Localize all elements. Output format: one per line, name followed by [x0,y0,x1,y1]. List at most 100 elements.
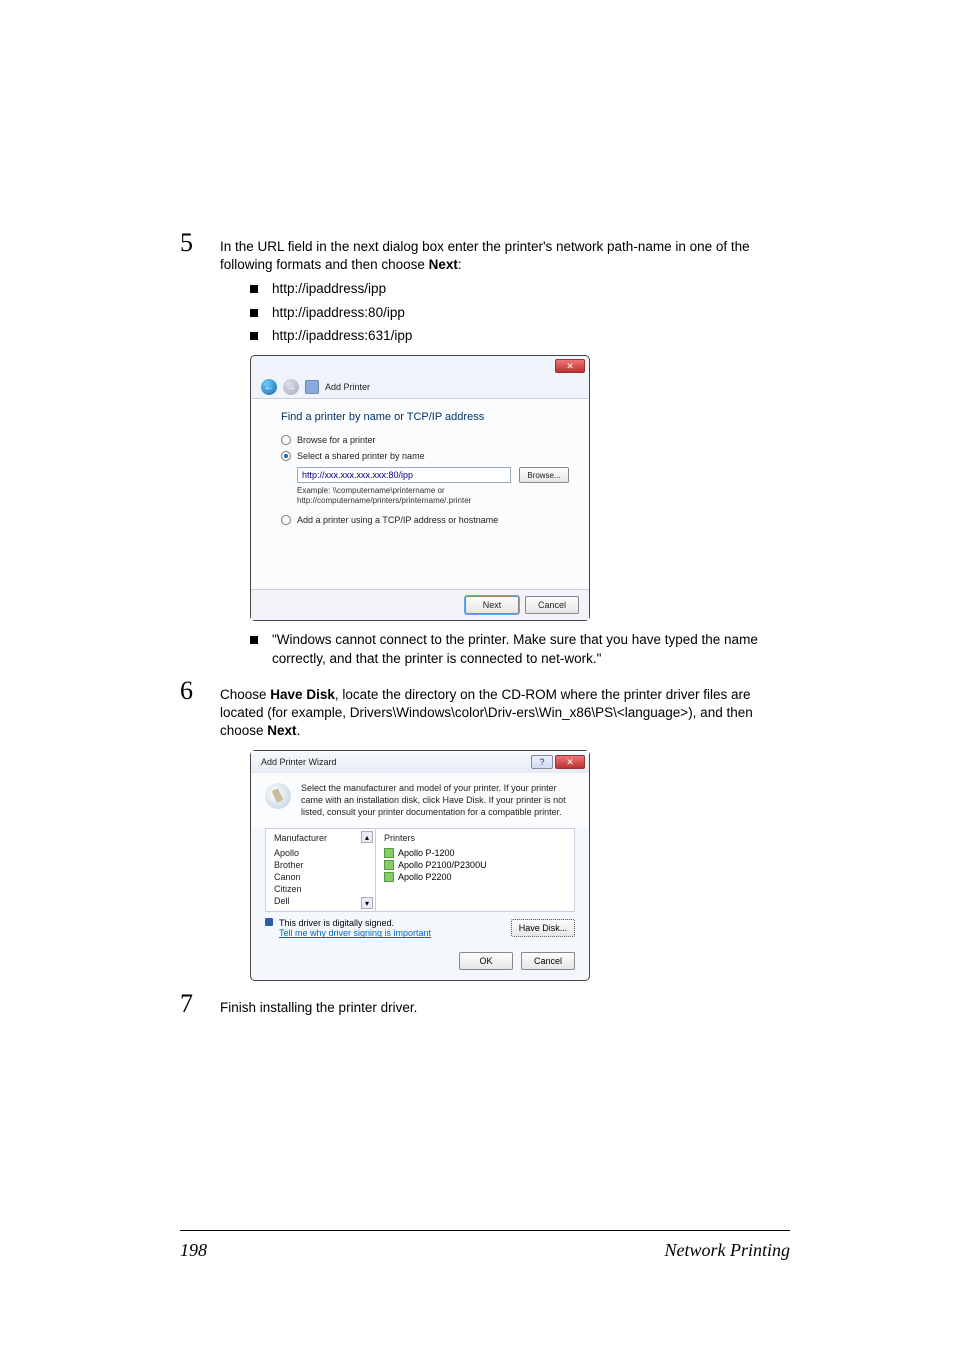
page-content: 5 In the URL field in the next dialog bo… [180,230,790,1028]
printer-model-icon [384,872,394,882]
close-button[interactable]: ✕ [555,755,585,769]
radio-icon [281,515,291,525]
add-printer-wizard-dialog: Add Printer Wizard ? ✕ Select the manufa… [250,750,790,981]
bullet-item: "Windows cannot connect to the printer. … [250,631,790,667]
mfr-item[interactable]: Citizen [274,883,367,895]
mfr-item[interactable]: Apollo [274,847,367,859]
footer-divider [180,1230,790,1231]
nav-back-button[interactable]: ← [261,379,277,395]
option-tcpip-printer[interactable]: Add a printer using a TCP/IP address or … [281,515,569,525]
example-line1: Example: \\computername\printername or [297,486,569,496]
browse-label: Browse... [527,471,560,480]
url-example: Example: \\computername\printername or h… [297,486,569,505]
printer-item-label: Apollo P2100/P2300U [398,860,487,870]
manufacturer-list[interactable]: ▴ Manufacturer Apollo Brother Canon Citi… [266,829,376,911]
option-browse-label: Browse for a printer [297,435,376,445]
step-6: 6 Choose Have Disk, locate the directory… [180,678,790,982]
printer-model-icon [384,848,394,858]
bullet-item: http://ipaddress/ipp [250,280,790,298]
help-button[interactable]: ? [531,755,553,769]
step-6-pre: Choose [220,687,270,702]
step-5-bullets: http://ipaddress/ipp http://ipaddress:80… [250,280,790,345]
bullet-text: http://ipaddress/ipp [272,280,386,298]
printer-item[interactable]: Apollo P-1200 [384,847,566,859]
step-6-post: . [297,723,301,738]
dialog2-titlebar: Add Printer Wizard ? ✕ [251,751,589,773]
example-line2: http://computername/printers/printername… [297,496,569,506]
scroll-up-button[interactable]: ▴ [361,831,373,843]
driver-signing-link[interactable]: Tell me why driver signing is important [279,928,431,938]
step-5-text-bold: Next [429,257,458,272]
dialog1-header-title: Add Printer [325,382,370,392]
radio-icon [281,435,291,445]
browse-button[interactable]: Browse... [519,467,569,483]
bullet-text: http://ipaddress:80/ipp [272,304,405,322]
printer-url-input[interactable] [297,467,511,483]
dialog1-heading: Find a printer by name or TCP/IP address [281,411,569,423]
manufacturer-header: Manufacturer [274,833,367,843]
next-label: Next [483,600,502,610]
mfr-item[interactable]: Dell [274,895,367,907]
cancel-label: Cancel [538,600,566,610]
dialog2-instructions: Select the manufacturer and model of you… [301,783,575,818]
step-7-text: Finish installing the printer driver. [220,991,417,1017]
add-printer-dialog: ✕ ← → Add Printer Find a printer by name… [250,355,790,621]
printer-item-label: Apollo P-1200 [398,848,455,858]
bullet-icon [250,285,258,293]
step-5: 5 In the URL field in the next dialog bo… [180,230,790,668]
option-shared-label: Select a shared printer by name [297,451,425,461]
shield-icon [265,918,273,926]
cancel-label: Cancel [534,956,562,966]
step-7: 7 Finish installing the printer driver. [180,991,790,1017]
have-disk-button[interactable]: Have Disk... [511,919,575,937]
printers-header: Printers [384,833,566,843]
scroll-down-button[interactable]: ▾ [361,897,373,909]
printer-item[interactable]: Apollo P2200 [384,871,566,883]
close-button[interactable]: ✕ [555,359,585,373]
bullet-item: http://ipaddress:631/ipp [250,327,790,345]
printer-item-label: Apollo P2200 [398,872,452,882]
dialog1-header: ← → Add Printer [251,376,589,399]
printer-icon [305,380,319,394]
driver-signed-row: This driver is digitally signed. Tell me… [251,912,589,944]
cancel-button[interactable]: Cancel [525,596,579,614]
step-5-text-post: : [458,257,462,272]
dialog2-title: Add Printer Wizard [261,757,337,767]
mfr-item[interactable]: Canon [274,871,367,883]
ok-label: OK [479,956,492,966]
bullet-item: http://ipaddress:80/ipp [250,304,790,322]
step-5-number: 5 [180,230,220,256]
have-disk-label: Have Disk... [519,923,568,933]
dialog1-footer: Next Cancel [251,589,589,620]
manufacturer-printer-lists: ▴ Manufacturer Apollo Brother Canon Citi… [265,828,575,912]
dialog1-titlebar: ✕ [251,356,589,376]
option-shared-printer[interactable]: Select a shared printer by name [281,451,569,461]
option-browse-printer[interactable]: Browse for a printer [281,435,569,445]
step-5-note-block: "Windows cannot connect to the printer. … [250,631,790,667]
radio-icon [281,451,291,461]
step-6-bold1: Have Disk [270,687,335,702]
printer-item[interactable]: Apollo P2100/P2300U [384,859,566,871]
dialog2-top: Select the manufacturer and model of you… [251,773,589,828]
step-6-number: 6 [180,678,220,704]
dialog1-body: Find a printer by name or TCP/IP address… [251,399,589,589]
option-tcpip-label: Add a printer using a TCP/IP address or … [297,515,498,525]
step-6-bold2: Next [267,723,296,738]
wizard-icon [265,783,291,809]
ok-button[interactable]: OK [459,952,513,970]
dialog2-footer: OK Cancel [251,944,589,980]
nav-forward-button[interactable]: → [283,379,299,395]
page-footer: 198 Network Printing [180,1240,790,1261]
page-number: 198 [180,1240,207,1261]
footer-title: Network Printing [665,1240,791,1261]
cancel-button[interactable]: Cancel [521,952,575,970]
step-7-number: 7 [180,991,220,1017]
step-5-body: In the URL field in the next dialog box … [220,230,790,274]
bullet-icon [250,309,258,317]
step-5-note: "Windows cannot connect to the printer. … [272,631,790,667]
mfr-item[interactable]: Brother [274,859,367,871]
step-6-body: Choose Have Disk, locate the directory o… [220,678,790,741]
driver-signed-text: This driver is digitally signed. [279,918,431,928]
next-button[interactable]: Next [465,596,519,614]
printers-list[interactable]: Printers Apollo P-1200 Apollo P2100/P230… [376,829,574,911]
